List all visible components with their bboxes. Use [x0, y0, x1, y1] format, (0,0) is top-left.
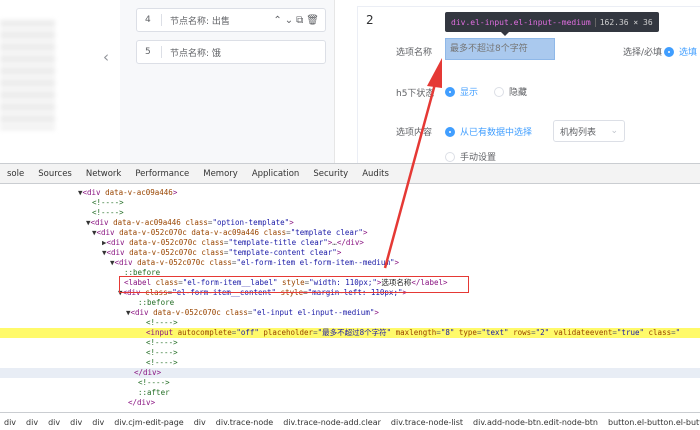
devtools-tab[interactable]: Sources [31, 164, 79, 184]
devtools-tab[interactable]: Audits [355, 164, 396, 184]
node-list-panel: 4 节点名称: 出售 ⌃ ⌄ ⧉ 🗑 5 节点名称: 饿 [120, 0, 335, 163]
dom-node-line[interactable]: </div> [0, 398, 700, 408]
dom-node-line[interactable]: </div> [0, 368, 700, 378]
chevron-down-icon: ⌄ [610, 126, 618, 136]
page-preview: ‹ 4 节点名称: 出售 ⌃ ⌄ ⧉ 🗑 5 节点名称: 饿 2 选项名称 选择… [0, 0, 700, 163]
dom-node-line[interactable]: ▼<div data-v-052c070c class="el-form-ite… [0, 258, 700, 268]
breadcrumb-item[interactable]: div [190, 418, 212, 427]
devtools-tab[interactable]: Network [79, 164, 129, 184]
devtools-tab[interactable]: sole [0, 164, 31, 184]
dom-node-line[interactable]: ::after [0, 388, 700, 398]
radio-dot [445, 126, 455, 137]
radio-dot [664, 46, 674, 57]
node-label: 节点名称: 饿 [170, 48, 221, 59]
dom-node-line[interactable]: <!----> [0, 318, 700, 328]
devtools-tab[interactable]: Performance [128, 164, 196, 184]
breadcrumb-item[interactable]: div [44, 418, 66, 427]
inspect-tooltip: div.el-input.el-input--medium 162.36 × 3… [445, 12, 659, 32]
option-content-label: 选项内容 [396, 128, 433, 138]
radio-manual[interactable]: 手动设置 [445, 150, 496, 163]
radio-label: 选填 [679, 48, 698, 58]
node-item[interactable]: 4 节点名称: 出售 ⌃ ⌄ ⧉ 🗑 [136, 8, 326, 32]
radio-dot [494, 86, 504, 97]
breadcrumb-item[interactable]: div [88, 418, 110, 427]
dom-node-line[interactable]: ▼<div data-v-052c070c class="el-input el… [0, 308, 700, 318]
data-source-select[interactable]: 机构列表 ⌄ [553, 120, 625, 142]
node-index: 4 [145, 15, 151, 25]
radio-optional[interactable]: 选填 [664, 45, 697, 58]
radio-hide[interactable]: 隐藏 [494, 85, 527, 98]
dom-node-line[interactable]: <!----> [0, 378, 700, 388]
required-label: 选择/必填 [623, 48, 663, 58]
dom-node-line[interactable]: ▶<div data-v-052c070c class="template-ti… [0, 238, 700, 248]
option-name-label: 选项名称 [396, 48, 433, 58]
dom-tree: ▼<div data-v-ac09a446> <!----> <!----> ▼<di… [0, 184, 700, 412]
option-name-input-wrapper [445, 38, 555, 60]
select-value: 机构列表 [560, 127, 597, 138]
devtools-tab[interactable]: Security [306, 164, 355, 184]
highlight-box [119, 276, 469, 293]
dom-node-line[interactable]: <!----> [0, 198, 700, 208]
chevron-left-icon[interactable]: ‹ [103, 48, 109, 66]
breadcrumb-item[interactable]: div.trace-node-add.clear [279, 418, 387, 427]
radio-label: 从已有数据中选择 [460, 128, 533, 138]
chevron-down-icon[interactable]: ⌄ [285, 15, 293, 26]
h5-status-label: h5下状态 [396, 89, 435, 99]
dom-node-line[interactable]: ▼<div data-v-052c070c data-v-ac09a446 cl… [0, 228, 700, 238]
dom-node-line[interactable]: ▼<div data-v-ac09a446 class="option-temp… [0, 218, 700, 228]
breadcrumb-item[interactable]: div.trace-node [212, 418, 279, 427]
dom-node-line[interactable]: ▼<div data-v-ac09a446> [0, 188, 700, 198]
radio-show[interactable]: 显示 [445, 85, 478, 98]
devtools-panel: sole Sources Network Performance Memory Appli… [0, 163, 700, 430]
option-name-input[interactable] [446, 39, 554, 59]
radio-label: 隐藏 [509, 88, 528, 98]
dom-node-line[interactable]: <input autocomplete="off" placeholder="最… [0, 328, 700, 338]
breadcrumb-item[interactable]: div.add-node-btn.edit-node-btn [469, 418, 604, 427]
devtools-tabs: sole Sources Network Performance Memory Appli… [0, 164, 700, 184]
dom-node-line[interactable]: <!----> [0, 358, 700, 368]
devtools-tab[interactable]: Application [245, 164, 307, 184]
dom-node-line[interactable]: <!----> [0, 338, 700, 348]
delete-icon[interactable]: 🗑 [306, 15, 319, 26]
node-operations: ⌃ ⌄ ⧉ 🗑 [273, 15, 325, 26]
breadcrumb-item[interactable]: button.el-button.el-button--primary.el- [604, 418, 700, 427]
radio-dot [445, 151, 455, 162]
devtools-tab[interactable]: Memory [196, 164, 245, 184]
copy-icon[interactable]: ⧉ [296, 15, 303, 26]
chevron-up-icon[interactable]: ⌃ [273, 15, 281, 26]
tooltip-pointer [500, 31, 510, 36]
dom-node-line[interactable]: <!----> [0, 208, 700, 218]
node-item[interactable]: 5 节点名称: 饿 [136, 40, 326, 64]
radio-label: 手动设置 [460, 153, 497, 163]
node-label: 节点名称: 出售 [170, 16, 230, 27]
divider [161, 14, 162, 26]
radio-from-existing-data[interactable]: 从已有数据中选择 [445, 125, 532, 138]
radio-label: 显示 [460, 88, 479, 98]
breadcrumb-item[interactable]: div [0, 418, 22, 427]
breadcrumb-item[interactable]: div [22, 418, 44, 427]
breadcrumb-item[interactable]: div [66, 418, 88, 427]
dom-node-line[interactable]: ::before [0, 298, 700, 308]
tooltip-size: 162.36 × 36 [594, 17, 653, 27]
breadcrumb: div div div div div div.cjm-edit-page div div.t… [0, 412, 700, 430]
dom-node-line[interactable]: <!----> [0, 348, 700, 358]
dom-node-line[interactable]: ▼<div data-v-052c070c class="template-co… [0, 248, 700, 258]
tooltip-selector: div.el-input.el-input--medium [451, 17, 591, 27]
step-number: 2 [366, 13, 374, 27]
node-index: 5 [145, 47, 151, 57]
radio-dot [445, 86, 455, 97]
blurred-content [0, 20, 55, 130]
breadcrumb-item[interactable]: div.cjm-edit-page [110, 418, 189, 427]
breadcrumb-item[interactable]: div.trace-node-list [387, 418, 469, 427]
divider [161, 46, 162, 58]
